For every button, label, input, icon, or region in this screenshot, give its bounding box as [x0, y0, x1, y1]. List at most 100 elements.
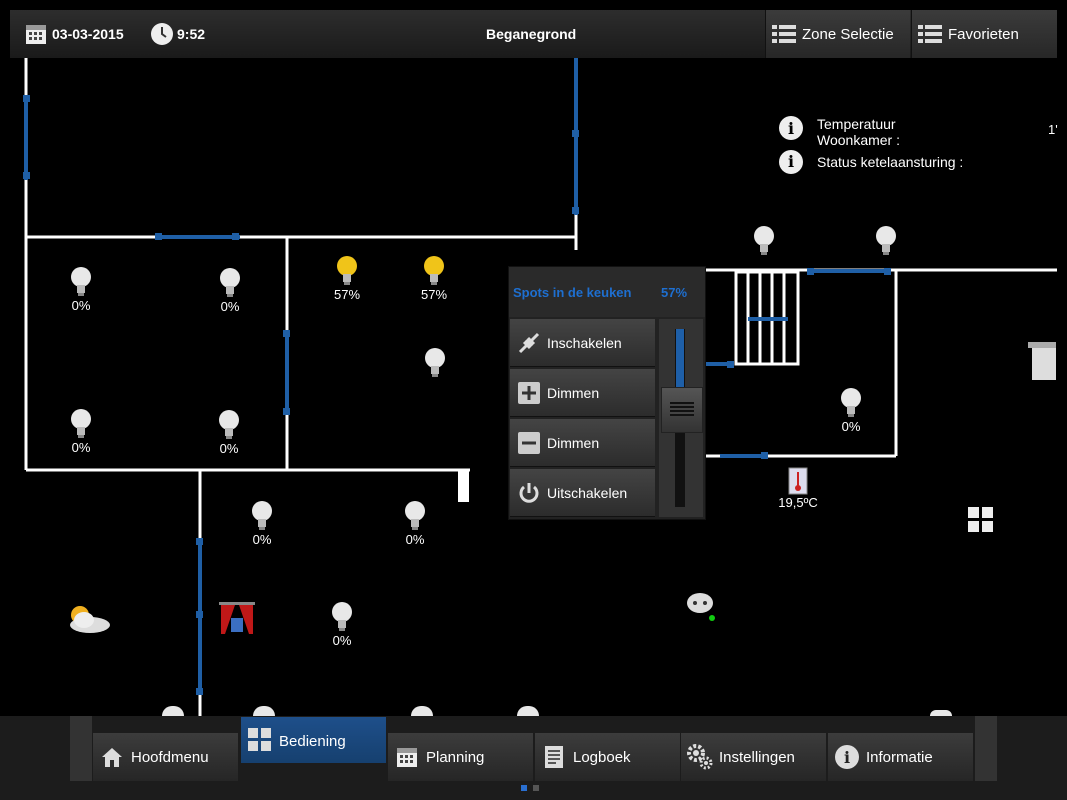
dim-down-button[interactable]: Dimmen — [510, 419, 655, 467]
popup-value: 57% — [661, 284, 688, 300]
calendar-icon — [397, 748, 417, 767]
favorites-label: Favorieten — [948, 25, 1019, 43]
nav-planning-button[interactable]: Planning — [388, 733, 533, 781]
grid-icon[interactable] — [968, 507, 994, 533]
popup-header: Spots in de keuken 57% — [509, 267, 705, 317]
light-bulb-icon — [71, 409, 91, 438]
lamp-light[interactable] — [744, 225, 784, 257]
nav-home-button[interactable]: Hoofdmenu — [93, 733, 238, 781]
info-icon: i — [779, 116, 803, 140]
dim-up-button[interactable]: Dimmen — [510, 369, 655, 417]
light-bulb-icon — [219, 410, 239, 439]
light-bulb-icon — [220, 268, 240, 297]
lamp-light[interactable]: 0% — [242, 500, 282, 547]
dim-slider[interactable] — [659, 319, 703, 517]
switch-off-button[interactable]: Uitschakelen — [510, 469, 655, 517]
time-text: 9:52 — [177, 26, 206, 42]
lamp-value: 0% — [332, 633, 352, 648]
lamp-light[interactable]: 57% — [414, 255, 454, 302]
page-indicator-active[interactable] — [521, 785, 527, 791]
lamp-value: 0% — [405, 532, 425, 547]
lamp-light[interactable]: 0% — [395, 500, 435, 547]
nav-information-button[interactable]: i Informatie — [828, 733, 973, 781]
lamp-light[interactable] — [415, 347, 455, 379]
boiler-status-label: Status ketelaansturing : — [817, 154, 964, 170]
nav-home-label: Hoofdmenu — [131, 748, 209, 766]
light-control-popup: Spots in de keuken 57% Inschakelen Dimme… — [508, 266, 706, 520]
temperature-value: 1' — [1048, 122, 1058, 137]
dim-up-label: Dimmen — [547, 384, 600, 401]
clock-icon — [151, 23, 173, 45]
lamp-value: 0% — [219, 441, 239, 456]
lamp-value: 0% — [220, 299, 240, 314]
lamp-value: 0% — [841, 419, 861, 434]
list-icon — [772, 25, 796, 43]
dim-down-label: Dimmen — [547, 434, 600, 451]
lamp-value: 57% — [420, 287, 448, 302]
nav-planning-label: Planning — [426, 748, 485, 766]
lamp-light[interactable]: 0% — [322, 601, 362, 648]
home-icon — [102, 748, 122, 767]
power-icon — [519, 482, 539, 503]
lamp-light[interactable]: 57% — [327, 255, 367, 302]
slider-handle[interactable] — [661, 386, 703, 433]
lamp-value: 0% — [71, 298, 91, 313]
thermometer-icon — [788, 467, 808, 495]
lamp-light[interactable] — [866, 225, 906, 257]
top-bar: 03-03-2015 9:52 Beganegrond Zone Selecti… — [10, 10, 1057, 58]
zone-selection-label: Zone Selectie — [802, 25, 894, 43]
boiler-status-info[interactable]: i Status ketelaansturing : — [779, 150, 963, 174]
switch-off-label: Uitschakelen — [547, 484, 628, 501]
zone-selection-button[interactable]: Zone Selectie — [765, 10, 910, 58]
minus-icon — [518, 431, 540, 454]
light-bulb-icon — [332, 602, 352, 631]
time-display: 9:52 — [150, 10, 205, 58]
switch-on-label: Inschakelen — [547, 334, 622, 351]
light-bulb-icon — [405, 501, 425, 530]
light-bulb-icon — [754, 226, 774, 255]
grid-icon — [248, 728, 271, 751]
curtain-icon[interactable] — [218, 600, 256, 640]
temperature-label: Temperatuur Woonkamer : — [817, 116, 900, 148]
lamp-light[interactable]: 0% — [61, 266, 101, 313]
popup-title: Spots in de keuken — [513, 284, 632, 300]
light-bulb-icon — [71, 267, 91, 296]
favorites-button[interactable]: Favorieten — [911, 10, 1057, 58]
page-indicator[interactable] — [533, 785, 539, 791]
list-icon — [918, 25, 942, 43]
nav-settings-button[interactable]: Instellingen — [681, 733, 826, 781]
thermometer-value: 19,5ºC — [778, 495, 818, 510]
nav-control-label: Bediening — [279, 733, 346, 750]
smoke-detector-icon[interactable] — [686, 591, 716, 623]
lamp-value: 0% — [252, 532, 272, 547]
slider-fill — [676, 329, 684, 387]
info-icon: i — [835, 745, 859, 769]
plug-icon — [518, 332, 540, 353]
light-bulb-on-icon — [424, 256, 444, 285]
weather-cloudy-icon[interactable] — [62, 601, 112, 635]
temperature-info[interactable]: i Temperatuur Woonkamer : — [779, 116, 900, 148]
light-bulb-icon — [252, 501, 272, 530]
light-bulb-on-icon — [337, 256, 357, 285]
lamp-light[interactable]: 0% — [831, 387, 871, 434]
gears-icon — [687, 744, 713, 770]
thermometer[interactable]: 19,5ºC — [772, 467, 824, 510]
nav-log-button[interactable]: Logboek — [535, 733, 680, 781]
lamp-light[interactable]: 0% — [209, 409, 249, 456]
date-display: 03-03-2015 — [24, 10, 124, 58]
document-icon — [545, 746, 563, 768]
nav-control-button[interactable]: Bediening — [241, 717, 386, 763]
date-text: 03-03-2015 — [52, 26, 124, 42]
calendar-icon — [26, 25, 46, 44]
light-bulb-icon — [841, 388, 861, 417]
switch-on-button[interactable]: Inschakelen — [510, 319, 655, 367]
page-title: Beganegrond — [486, 26, 577, 42]
light-bulb-icon — [876, 226, 896, 255]
lamp-light[interactable]: 0% — [61, 408, 101, 455]
info-icon: i — [779, 150, 803, 174]
nav-log-label: Logboek — [573, 748, 631, 766]
lamp-light[interactable]: 0% — [210, 267, 250, 314]
lamp-value: 0% — [71, 440, 91, 455]
lamp-value: 57% — [333, 287, 361, 302]
nav-information-label: Informatie — [866, 748, 933, 766]
